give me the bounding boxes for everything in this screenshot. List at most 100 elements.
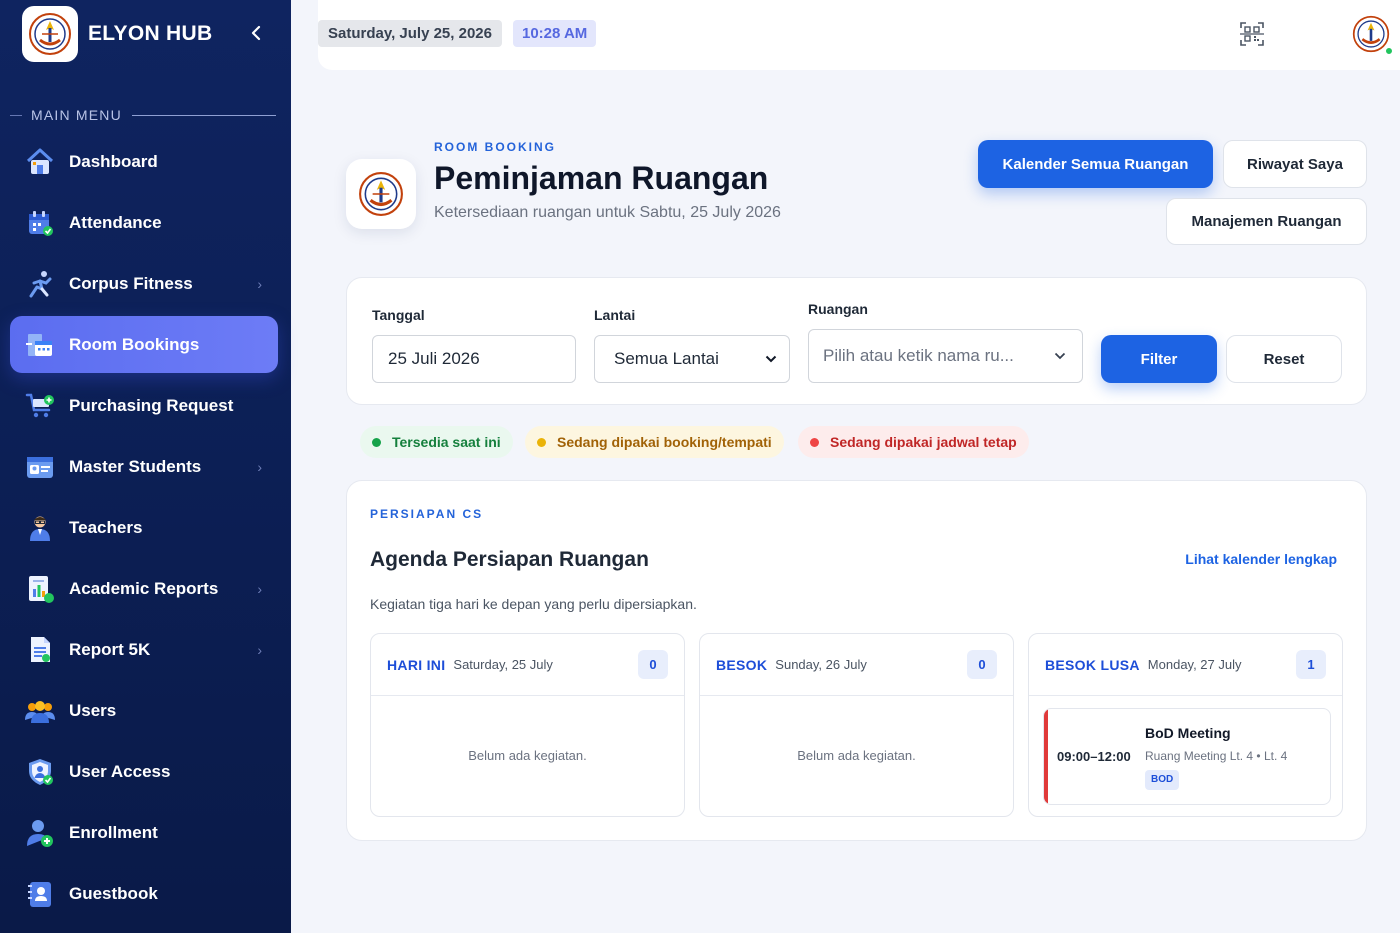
current-time: 10:28 AM: [513, 20, 597, 47]
day-card-header: HARI INI Saturday, 25 July 0: [371, 634, 684, 696]
shield-user-icon: [24, 756, 56, 788]
legend-booked: Sedang dipakai booking/tempati: [525, 426, 784, 458]
sidebar-item-guestbook[interactable]: Guestbook: [10, 865, 278, 922]
day-tag: BESOK LUSA: [1045, 656, 1140, 673]
day-date: Monday, 27 July: [1147, 657, 1242, 672]
brand-name: ELYON HUB: [88, 22, 213, 45]
day-card-day-after-tomorrow: BESOK LUSA Monday, 27 July 1 09:00–12:00…: [1028, 633, 1343, 817]
calendar-all-rooms-button[interactable]: Kalender Semua Ruangan: [978, 140, 1213, 188]
legend-label: Sedang dipakai booking/tempati: [557, 434, 772, 450]
event-count-badge: 0: [967, 650, 997, 679]
room-calendar-icon: [24, 329, 56, 361]
sidebar-item-room-bookings[interactable]: Room Bookings: [10, 316, 278, 373]
sidebar-nav: Dashboard Attendance Corpus Fitness › Ro…: [10, 133, 278, 926]
room-combobox-placeholder: Pilih atau ketik nama ru...: [823, 346, 1014, 365]
floor-select[interactable]: Semua Lantai: [594, 335, 790, 383]
qr-scan-button[interactable]: [1238, 20, 1266, 48]
qr-code-icon: [1240, 22, 1264, 46]
school-logo: [359, 172, 403, 216]
day-tag: BESOK: [716, 656, 768, 673]
event-category-badge: BOD: [1145, 770, 1180, 790]
chevron-right-icon: ›: [257, 641, 262, 658]
page-logo: [346, 159, 416, 229]
legend-available: Tersedia saat ini: [360, 426, 513, 458]
day-date: Saturday, 25 July: [453, 657, 553, 672]
teacher-icon: [24, 512, 56, 544]
school-logo: [22, 6, 78, 62]
sidebar-item-corpus-fitness[interactable]: Corpus Fitness ›: [10, 255, 278, 312]
agenda-title: Agenda Persiapan Ruangan: [370, 548, 649, 571]
empty-state-text: Belum ada kegiatan.: [797, 748, 916, 763]
status-dot-red: [810, 437, 819, 447]
event-count-badge: 0: [638, 650, 668, 679]
sidebar-item-label: User Access: [69, 761, 171, 781]
event-item-bod-meeting[interactable]: 09:00–12:00 BoD Meeting Ruang Meeting Lt…: [1043, 708, 1331, 805]
sidebar-item-label: Dashboard: [69, 151, 158, 171]
floor-select-value: Semua Lantai: [614, 349, 719, 368]
date-label: Tanggal: [372, 307, 425, 323]
room-label: Ruangan: [808, 301, 868, 317]
room-management-button[interactable]: Manajemen Ruangan: [1166, 198, 1367, 245]
report-chart-icon: [24, 573, 56, 605]
menu-caption-label: MAIN MENU: [31, 107, 122, 123]
room-combobox[interactable]: Pilih atau ketik nama ru...: [808, 329, 1083, 383]
chevron-right-icon: ›: [257, 580, 262, 597]
sidebar-item-label: Corpus Fitness: [69, 273, 193, 293]
agenda-subtitle: Kegiatan tiga hari ke depan yang perlu d…: [370, 596, 697, 612]
brand[interactable]: ELYON HUB: [22, 6, 212, 62]
chevron-left-icon: [251, 25, 261, 41]
sidebar: ELYON HUB MAIN MENU Dashboard Attendance…: [0, 0, 291, 933]
event-time: 09:00–12:00: [1057, 749, 1131, 764]
sidebar-item-label: Room Bookings: [69, 334, 200, 354]
date-input-value: 25 Juli 2026: [388, 349, 480, 368]
filter-button[interactable]: Filter: [1101, 335, 1217, 383]
legend-fixed-schedule: Sedang dipakai jadwal tetap: [798, 426, 1029, 458]
status-dot-yellow: [537, 437, 546, 447]
page-title: Peminjaman Ruangan: [434, 160, 769, 196]
reset-button[interactable]: Reset: [1226, 335, 1342, 383]
runner-icon: [24, 268, 56, 300]
sidebar-item-label: Users: [69, 700, 117, 720]
chevron-down-icon: [765, 355, 777, 363]
user-plus-icon: [24, 817, 56, 849]
page-eyebrow: ROOM BOOKING: [434, 140, 556, 154]
sidebar-item-enrollment[interactable]: Enrollment: [10, 804, 278, 861]
event-status-bar: [1044, 709, 1048, 804]
sidebar-item-academic-reports[interactable]: Academic Reports ›: [10, 560, 278, 617]
day-card-tomorrow: BESOK Sunday, 26 July 0 Belum ada kegiat…: [699, 633, 1014, 817]
collapse-sidebar-button[interactable]: [245, 22, 267, 44]
sidebar-item-master-students[interactable]: Master Students ›: [10, 438, 278, 495]
sidebar-item-dashboard[interactable]: Dashboard: [10, 133, 278, 190]
chevron-right-icon: ›: [257, 275, 262, 292]
full-calendar-link[interactable]: Lihat kalender lengkap: [1185, 551, 1337, 567]
sidebar-item-purchasing-request[interactable]: Purchasing Request: [10, 377, 278, 434]
menu-caption: MAIN MENU: [10, 107, 276, 123]
day-card-header: BESOK LUSA Monday, 27 July 1: [1029, 634, 1342, 696]
sidebar-item-label: Enrollment: [69, 822, 158, 842]
caption-divider: [10, 114, 22, 116]
sidebar-item-label: Master Students: [69, 456, 202, 476]
day-card-today: HARI INI Saturday, 25 July 0 Belum ada k…: [370, 633, 685, 817]
event-count-badge: 1: [1296, 650, 1326, 679]
sidebar-item-attendance[interactable]: Attendance: [10, 194, 278, 251]
user-avatar[interactable]: [1350, 13, 1394, 56]
sidebar-item-label: Report 5K: [69, 639, 151, 659]
event-room: Ruang Meeting Lt. 4 • Lt. 4: [1145, 749, 1288, 763]
sidebar-item-report-5k[interactable]: Report 5K ›: [10, 621, 278, 678]
my-history-button[interactable]: Riwayat Saya: [1223, 140, 1367, 188]
sidebar-item-label: Academic Reports: [69, 578, 219, 598]
agenda-eyebrow: PERSIAPAN CS: [370, 507, 484, 521]
legend-label: Sedang dipakai jadwal tetap: [830, 434, 1017, 450]
online-status-indicator: [1384, 46, 1394, 56]
home-icon: [24, 146, 56, 178]
date-input[interactable]: 25 Juli 2026: [372, 335, 576, 383]
sidebar-item-user-access[interactable]: User Access: [10, 743, 278, 800]
filter-card: Tanggal 25 Juli 2026 Lantai Semua Lantai…: [346, 277, 1367, 405]
event-title: BoD Meeting: [1145, 725, 1231, 741]
page-subtitle: Ketersediaan ruangan untuk Sabtu, 25 Jul…: [434, 204, 781, 221]
day-tag: HARI INI: [387, 656, 446, 673]
sidebar-item-teachers[interactable]: Teachers: [10, 499, 278, 556]
sidebar-item-users[interactable]: Users: [10, 682, 278, 739]
chevron-down-icon: [1054, 352, 1066, 360]
legend-label: Tersedia saat ini: [392, 434, 501, 450]
